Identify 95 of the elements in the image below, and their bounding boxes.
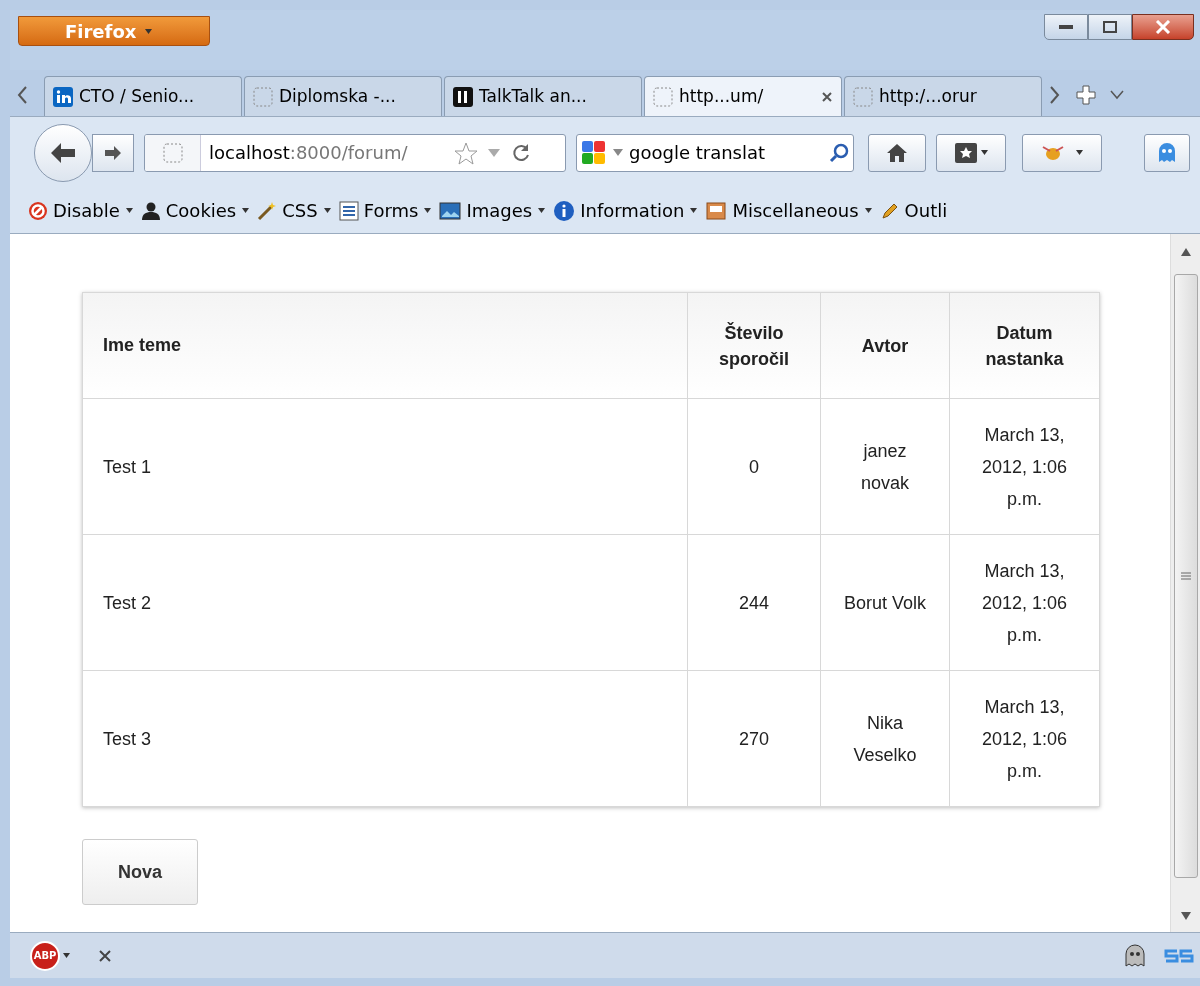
- grip-icon: [1180, 572, 1191, 580]
- google-icon: [581, 139, 607, 166]
- toolbar-menu[interactable]: Outli: [904, 197, 948, 224]
- home-button[interactable]: [868, 133, 926, 172]
- blank-page-icon: [653, 86, 673, 107]
- caret-icon: [980, 150, 988, 155]
- image-icon: [439, 200, 462, 221]
- table-cell: Test 1: [82, 398, 688, 535]
- caret-icon: [538, 208, 546, 213]
- plus-icon[interactable]: [1076, 85, 1096, 105]
- blank-page-icon: [253, 86, 273, 107]
- new-button[interactable]: Nova: [82, 839, 198, 905]
- toolbar-menu[interactable]: Miscellaneous: [732, 197, 859, 224]
- minimize-button[interactable]: [1044, 14, 1088, 40]
- tray-icon: [705, 200, 728, 221]
- browser-tab[interactable]: TalkTalk an...: [444, 76, 642, 116]
- reload-icon[interactable]: [511, 142, 531, 163]
- toolbar-menu[interactable]: Information: [580, 197, 685, 224]
- home-icon: [886, 142, 908, 163]
- tab-title: Diplomska -...: [279, 84, 396, 108]
- browser-tab[interactable]: http...um/: [644, 76, 842, 116]
- person-icon: [140, 200, 161, 221]
- close-icon: [1155, 20, 1171, 34]
- star-icon[interactable]: [453, 140, 479, 165]
- close-icon[interactable]: [821, 90, 833, 103]
- blank-page-icon: [162, 142, 183, 163]
- minimize-icon: [1059, 24, 1073, 30]
- forward-arrow-icon: [104, 144, 122, 161]
- forward-button[interactable]: [92, 133, 134, 172]
- column-header: Datum nastanka: [949, 292, 1100, 399]
- table-cell: March 13, 2012, 1:06 p.m.: [949, 534, 1100, 671]
- caret-icon: [323, 208, 331, 213]
- table-cell: 270: [687, 670, 821, 807]
- caret-icon: [1076, 150, 1083, 155]
- close-button[interactable]: [1132, 14, 1194, 40]
- caret-icon: [145, 28, 153, 34]
- table-cell: Test 2: [82, 534, 688, 671]
- caret-icon: [424, 208, 432, 213]
- toolbar-menu[interactable]: Cookies: [165, 197, 237, 224]
- tab-title: TalkTalk an...: [479, 84, 587, 108]
- caret-icon: [63, 953, 70, 958]
- table-cell: 0: [687, 398, 821, 535]
- blank-page-icon: [853, 86, 873, 107]
- info-icon: [553, 199, 576, 222]
- table-cell: Test 3: [82, 670, 688, 807]
- table-cell: Nika Veselko: [820, 670, 950, 807]
- form-icon: [338, 200, 359, 221]
- ghost-button[interactable]: [1144, 133, 1190, 172]
- toolbar-menu[interactable]: Images: [466, 197, 533, 224]
- column-header: Ime teme: [82, 292, 688, 399]
- search-field[interactable]: google translat: [576, 133, 854, 172]
- caret-icon: [125, 208, 133, 213]
- maximize-icon: [1103, 21, 1117, 33]
- back-arrow-icon: [50, 141, 76, 164]
- close-icon[interactable]: [98, 948, 112, 963]
- ghost-icon: [1157, 141, 1177, 164]
- scroll-down-icon[interactable]: [1180, 912, 1191, 920]
- wand-icon: [257, 200, 278, 221]
- browser-tab[interactable]: Diplomska -...: [244, 76, 442, 116]
- table-cell: Borut Volk: [820, 534, 950, 671]
- caret-icon: [864, 208, 872, 213]
- addon-button[interactable]: [1022, 133, 1102, 172]
- tab-title: http:/...orur: [879, 84, 977, 108]
- table-cell: 244: [687, 534, 821, 671]
- toolbar-menu[interactable]: Disable: [53, 197, 120, 224]
- prohibited-icon: [28, 200, 48, 221]
- dropdown-icon[interactable]: [613, 149, 623, 156]
- toolbar-menu[interactable]: Forms: [363, 197, 419, 224]
- caret-icon: [690, 208, 698, 213]
- toolbar-menu[interactable]: CSS: [282, 197, 318, 224]
- scroll-up-icon[interactable]: [1180, 248, 1191, 256]
- page-icon: [453, 86, 473, 107]
- search-icon[interactable]: [829, 142, 849, 163]
- bookmarks-button[interactable]: [936, 133, 1006, 172]
- caret-icon: [242, 208, 250, 213]
- ghost-icon[interactable]: [1124, 943, 1146, 968]
- search-text: google translat: [629, 141, 766, 165]
- table-cell: janez novak: [820, 398, 950, 535]
- table-cell: March 13, 2012, 1:06 p.m.: [949, 398, 1100, 535]
- scrollbar-thumb[interactable]: [1173, 274, 1198, 878]
- url-text: localhost:8000/forum/: [209, 141, 409, 165]
- address-field[interactable]: localhost:8000/forum/: [144, 133, 566, 172]
- scroll-right-icon[interactable]: [1048, 84, 1062, 106]
- scrollbar[interactable]: [1170, 234, 1200, 932]
- adblock-badge[interactable]: ABP: [30, 940, 60, 971]
- tab-title: CTO / Senio...: [79, 84, 195, 108]
- tab-title: http...um/: [679, 84, 764, 108]
- browser-tab[interactable]: http:/...orur: [844, 76, 1042, 116]
- column-header: Avtor: [820, 292, 950, 399]
- maximize-button[interactable]: [1088, 14, 1132, 40]
- browser-tab[interactable]: CTO / Senio...: [44, 76, 242, 116]
- column-header: Število sporočil: [687, 292, 821, 399]
- linkedin-icon: [53, 86, 73, 107]
- dropdown-icon[interactable]: [1110, 90, 1124, 100]
- table-cell: March 13, 2012, 1:06 p.m.: [949, 670, 1100, 807]
